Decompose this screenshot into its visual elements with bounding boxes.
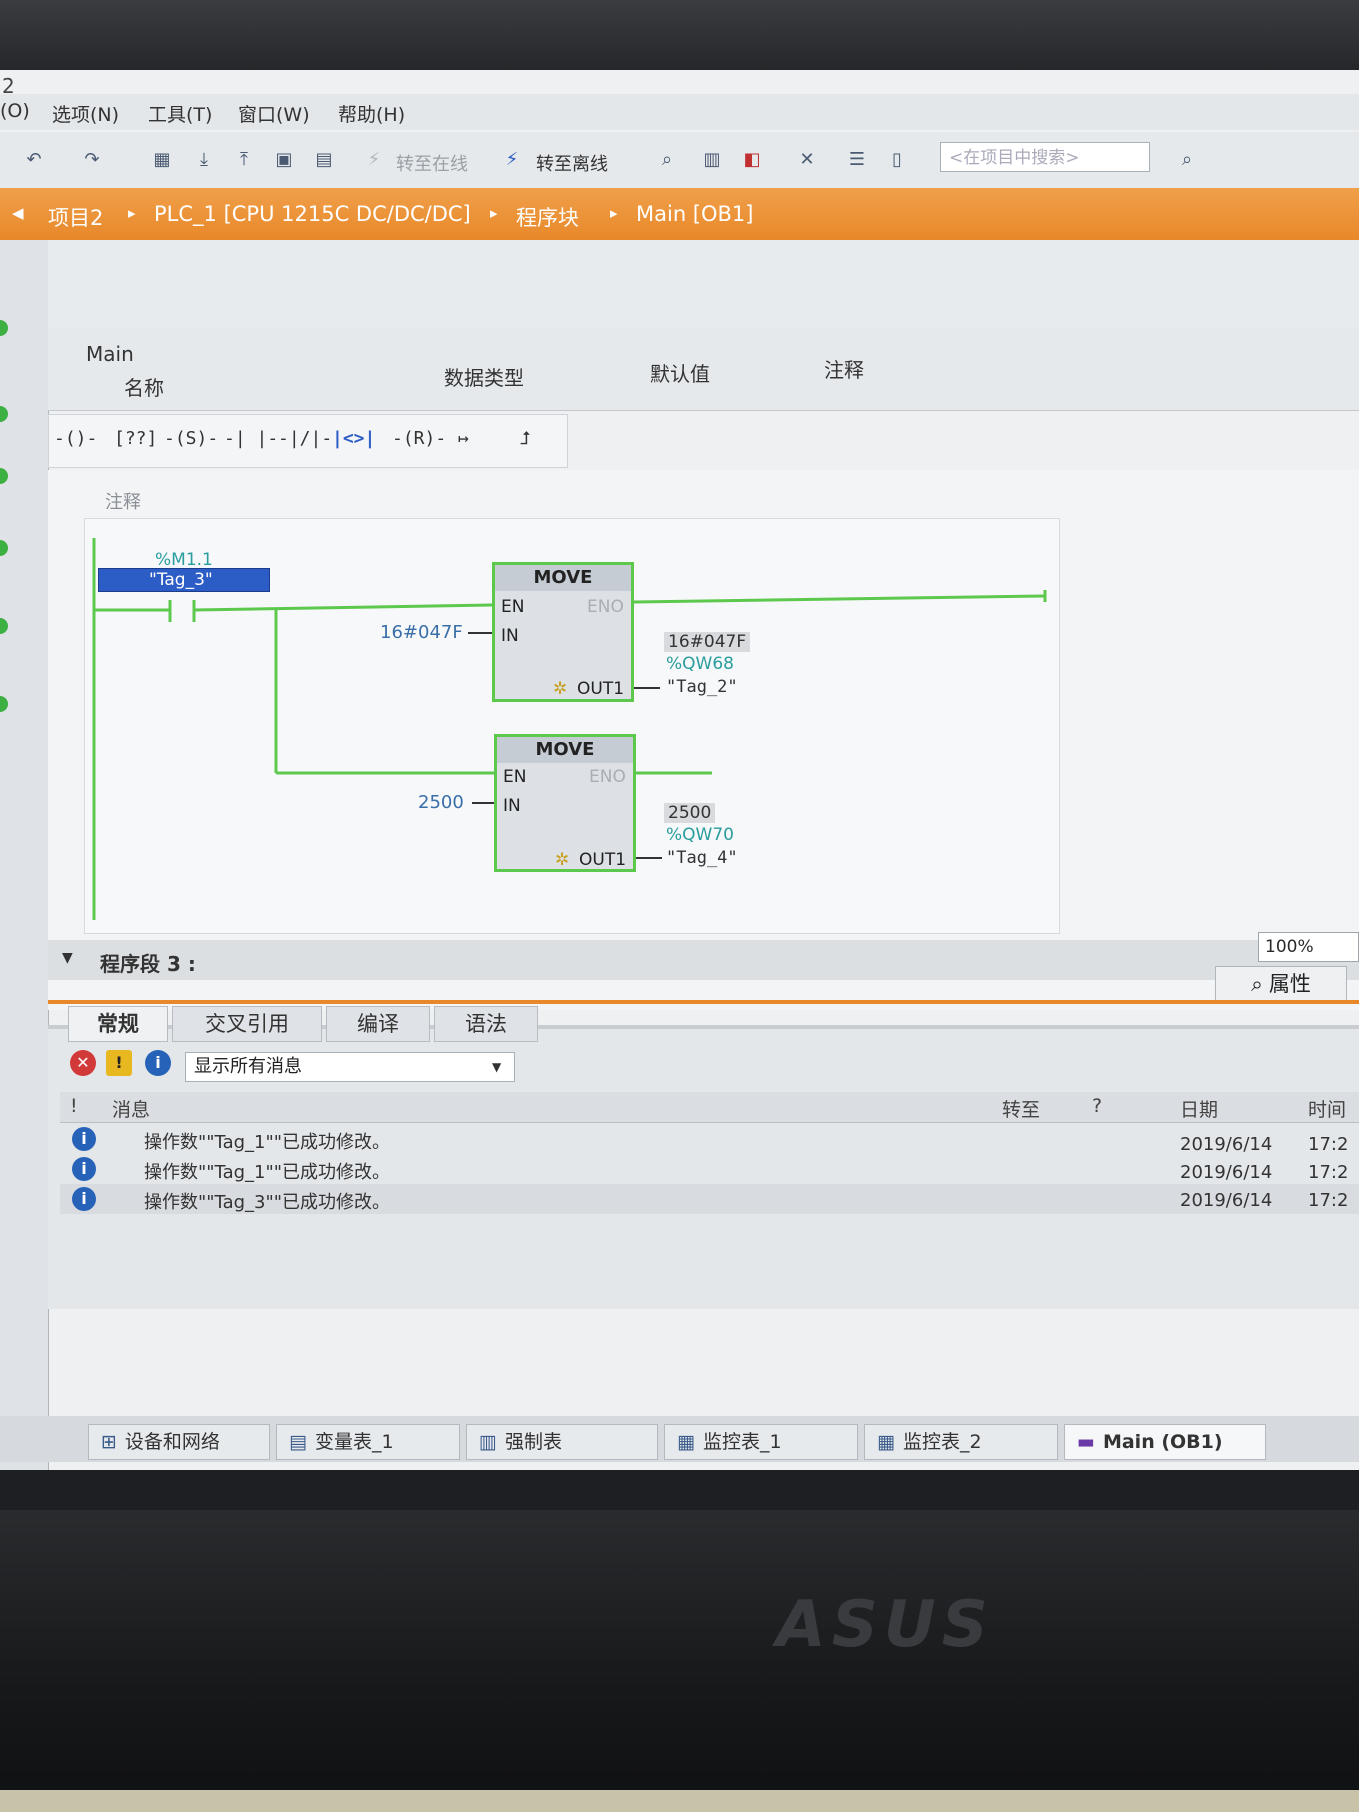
messages-table-header xyxy=(60,1092,1359,1123)
eno-pin: ENO xyxy=(587,597,624,617)
brand-logo: ASUS xyxy=(776,1588,994,1662)
inspector-accent-line xyxy=(48,1000,1359,1004)
properties-tab-label: 属性 xyxy=(1268,972,1311,996)
move2-out-tag[interactable]: "Tag_4" xyxy=(666,848,738,868)
task-force-table[interactable]: ▥ 强制表 xyxy=(466,1424,658,1460)
task-main-ob1[interactable]: ▬ Main (OB1) xyxy=(1064,1424,1266,1460)
block-icon: ▬ xyxy=(1077,1431,1095,1453)
column-header-severity[interactable]: ! xyxy=(70,1095,78,1117)
move2-out-monitor-value: 2500 xyxy=(664,803,716,823)
zoom-level[interactable]: 100% xyxy=(1258,932,1359,962)
contact-tag-selection[interactable]: "Tag_3" xyxy=(98,568,270,592)
move-block-title: MOVE xyxy=(497,737,633,763)
info-icon: i xyxy=(72,1127,96,1151)
tab-syntax[interactable]: 语法 xyxy=(434,1006,538,1042)
properties-tab[interactable]: ⌕ 属性 xyxy=(1215,966,1347,1004)
monitor-bezel-top xyxy=(0,0,1359,70)
message-row[interactable]: i 操作数""Tag_1""已成功修改。 2019/6/14 17:2 xyxy=(60,1154,1359,1184)
message-text: 操作数""Tag_3""已成功修改。 xyxy=(144,1192,391,1213)
message-filter-select[interactable]: 显示所有消息 xyxy=(185,1052,515,1082)
wire-move1-eno-out xyxy=(631,594,1046,604)
task-watch-table-1[interactable]: ▦ 监控表_1 xyxy=(664,1424,858,1460)
column-header-date[interactable]: 日期 xyxy=(1180,1095,1218,1122)
message-time: 17:2 xyxy=(1308,1162,1349,1183)
collapse-arrow-icon[interactable]: ▼ xyxy=(62,950,73,966)
en-pin: EN xyxy=(501,597,525,617)
magnifier-icon: ⌕ xyxy=(1251,972,1263,996)
in-pin: IN xyxy=(501,626,519,646)
move-block-2[interactable]: MOVE EN ENO IN ✲ OUT1 xyxy=(494,734,636,872)
out-pin: OUT1 xyxy=(579,850,627,870)
move1-out-monitor-value: 16#047F xyxy=(664,632,751,652)
message-date: 2019/6/14 xyxy=(1180,1162,1273,1183)
task-label: 监控表_2 xyxy=(902,1431,982,1453)
en-pin: EN xyxy=(503,767,527,787)
message-time: 17:2 xyxy=(1308,1190,1349,1211)
wire-contact-to-move1 xyxy=(193,603,493,612)
tag-table-icon: ▤ xyxy=(289,1431,307,1453)
info-icon: i xyxy=(72,1187,96,1211)
network-3-title: 程序段 3 : xyxy=(100,952,196,976)
tab-cross-references[interactable]: 交叉引用 xyxy=(172,1006,322,1042)
tab-general[interactable]: 常规 xyxy=(68,1006,168,1042)
monitor-bezel-bottom xyxy=(0,1510,1359,1812)
info-filter-icon[interactable]: i xyxy=(145,1050,171,1076)
message-row[interactable]: i 操作数""Tag_3""已成功修改。 2019/6/14 17:2 xyxy=(60,1184,1359,1214)
error-filter-icon[interactable]: ✕ xyxy=(70,1050,96,1076)
message-time: 17:2 xyxy=(1308,1134,1349,1155)
add-output-icon[interactable]: ✲ xyxy=(553,679,567,699)
message-text: 操作数""Tag_1""已成功修改。 xyxy=(144,1132,391,1153)
column-header-help[interactable]: ? xyxy=(1092,1095,1102,1117)
task-watch-table-2[interactable]: ▦ 监控表_2 xyxy=(864,1424,1058,1460)
message-date: 2019/6/14 xyxy=(1180,1190,1273,1211)
move-block-title: MOVE xyxy=(495,565,631,591)
watch-table-icon: ▦ xyxy=(677,1431,695,1453)
move2-out-address[interactable]: %QW70 xyxy=(666,825,734,845)
screen-dark-edge xyxy=(0,1470,1359,1510)
add-output-icon[interactable]: ✲ xyxy=(555,850,569,870)
move1-out-tag[interactable]: "Tag_2" xyxy=(666,677,738,697)
info-icon: i xyxy=(72,1157,96,1181)
column-header-message[interactable]: 消息 xyxy=(112,1095,150,1122)
task-label: 变量表_1 xyxy=(314,1431,394,1453)
task-label: Main (OB1) xyxy=(1102,1431,1223,1453)
force-table-icon: ▥ xyxy=(479,1431,497,1453)
task-devices-networks[interactable]: ⊞ 设备和网络 xyxy=(88,1424,270,1460)
message-text: 操作数""Tag_1""已成功修改。 xyxy=(144,1162,391,1183)
task-label: 强制表 xyxy=(504,1431,562,1453)
move-block-1[interactable]: MOVE EN ENO IN ✲ OUT1 xyxy=(492,562,634,702)
warning-filter-icon[interactable]: ! xyxy=(106,1050,132,1076)
contact-address[interactable]: %M1.1 xyxy=(155,550,213,570)
network-icon: ⊞ xyxy=(101,1431,117,1453)
move1-in-value[interactable]: 16#047F xyxy=(380,622,463,643)
tab-compile[interactable]: 编译 xyxy=(326,1006,430,1042)
column-header-goto[interactable]: 转至 xyxy=(1002,1095,1040,1122)
eno-pin: ENO xyxy=(589,767,626,787)
network-3-header[interactable] xyxy=(48,940,1359,980)
move2-in-value[interactable]: 2500 xyxy=(418,792,464,813)
chevron-down-icon[interactable]: ▼ xyxy=(492,1060,501,1074)
message-row[interactable]: i 操作数""Tag_1""已成功修改。 2019/6/14 17:2 xyxy=(60,1124,1359,1155)
message-date: 2019/6/14 xyxy=(1180,1134,1273,1155)
watch-table-icon: ▦ xyxy=(877,1431,895,1453)
task-label: 监控表_1 xyxy=(702,1431,782,1453)
screen: 2 (O) 选项(N) 工具(T) 窗口(W) 帮助(H) ↶ ↷ ▦ ⤓ ⤒ … xyxy=(0,70,1359,1510)
monitor-stand xyxy=(0,1790,1359,1812)
move1-out-address[interactable]: %QW68 xyxy=(666,654,734,674)
out-pin: OUT1 xyxy=(577,679,625,699)
in-pin: IN xyxy=(503,796,521,816)
task-label: 设备和网络 xyxy=(124,1431,220,1453)
column-header-time[interactable]: 时间 xyxy=(1308,1095,1346,1122)
task-tag-table-1[interactable]: ▤ 变量表_1 xyxy=(276,1424,460,1460)
contact-tag: "Tag_3" xyxy=(149,570,213,590)
